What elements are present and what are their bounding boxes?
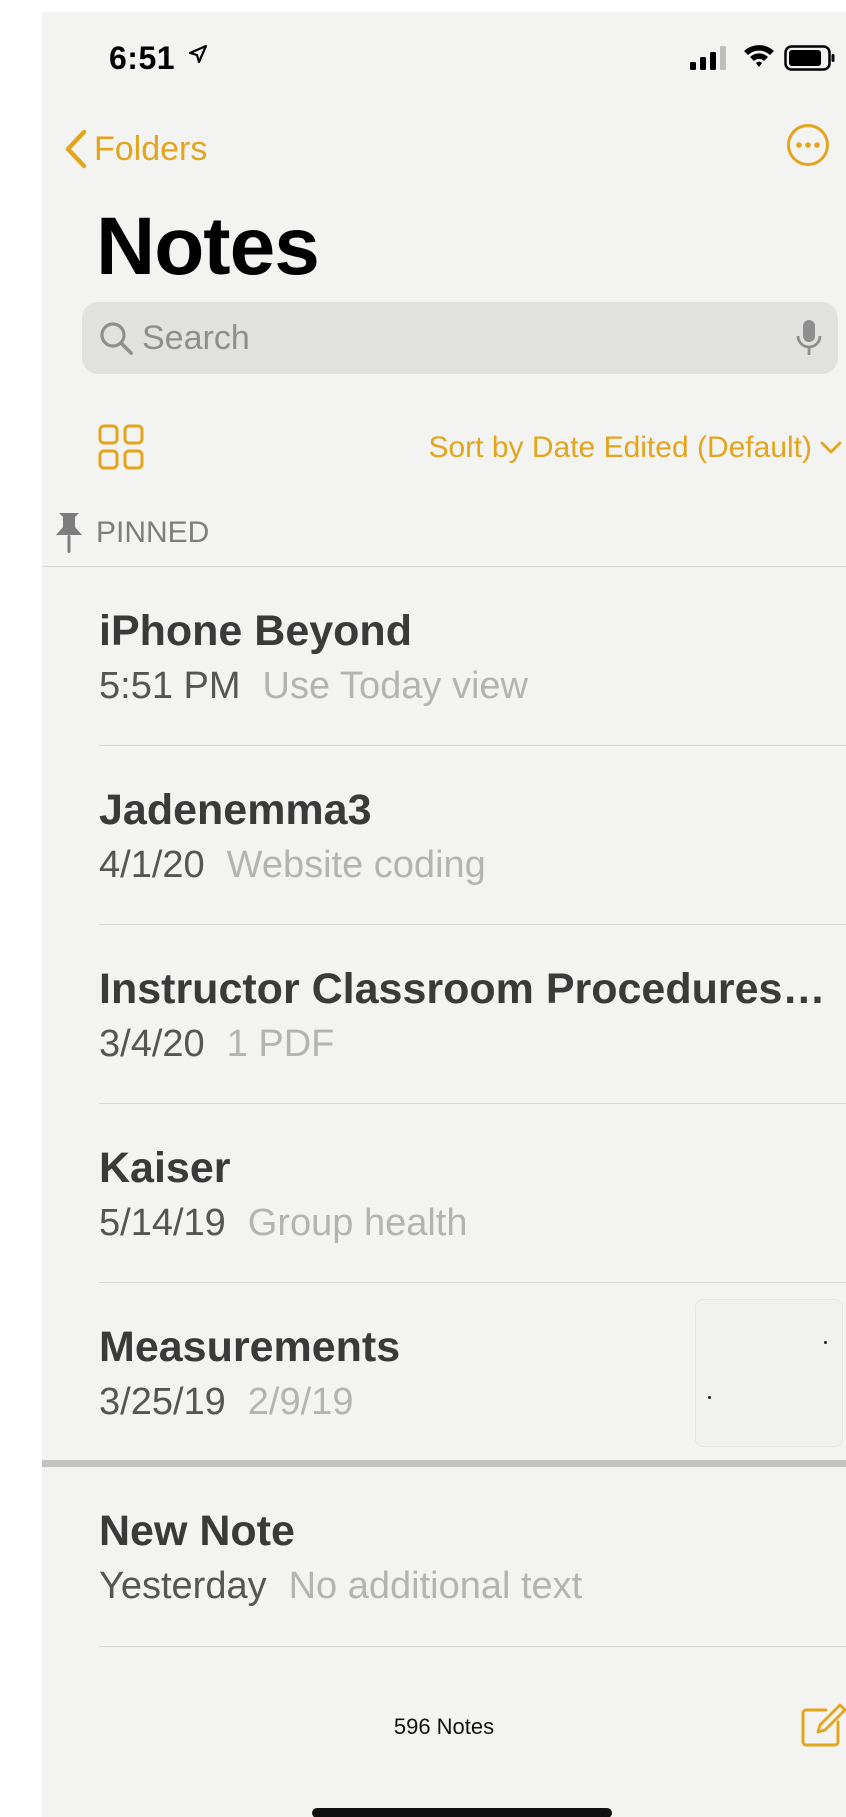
note-date: 3/4/20 (99, 1023, 205, 1065)
note-title: Instructor Classroom Procedures… (99, 965, 826, 1013)
note-preview: 1 PDF (226, 1023, 335, 1065)
note-row[interactable]: Kaiser 5/14/19 Group health (42, 1104, 846, 1283)
note-meta: Yesterday No additional text (99, 1565, 582, 1608)
note-date: 3/25/19 (99, 1381, 226, 1423)
microphone-icon[interactable] (794, 318, 824, 358)
pinned-label: PINNED (96, 516, 210, 549)
section-separator (42, 1460, 846, 1467)
sort-menu-button[interactable]: Sort by Date Edited (Default) (428, 426, 842, 470)
note-title: Jadenemma3 (99, 786, 372, 834)
pinned-notes-list: iPhone Beyond 5:51 PM Use Today view Jade… (42, 567, 846, 1462)
note-date: 5/14/19 (99, 1202, 226, 1244)
sort-label: Sort by Date Edited (Default) (428, 431, 812, 464)
note-date: Yesterday (99, 1565, 267, 1607)
note-meta: 3/4/20 1 PDF (99, 1023, 334, 1066)
compose-icon[interactable] (800, 1702, 846, 1748)
back-to-folders-button[interactable]: Folders (64, 124, 207, 174)
note-row[interactable]: Measurements 3/25/19 2/9/19 (42, 1283, 846, 1462)
status-time: 6:51 (109, 40, 176, 76)
note-meta: 3/25/19 2/9/19 (99, 1381, 353, 1424)
wifi-icon (744, 45, 774, 67)
note-date: 4/1/20 (99, 844, 205, 886)
pin-icon (56, 513, 82, 553)
note-row[interactable]: iPhone Beyond 5:51 PM Use Today view (42, 567, 846, 746)
note-row[interactable]: Jadenemma3 4/1/20 Website coding (42, 746, 846, 925)
back-label: Folders (94, 129, 208, 168)
note-meta: 4/1/20 Website coding (99, 844, 486, 887)
note-row[interactable]: Instructor Classroom Procedures… 3/4/20 1… (42, 925, 846, 1104)
location-arrow-icon (188, 44, 208, 64)
search-input[interactable] (142, 302, 742, 374)
note-meta: 5/14/19 Group health (99, 1202, 468, 1245)
note-preview: No additional text (288, 1565, 583, 1607)
divider (99, 1646, 846, 1647)
chevron-down-icon (820, 441, 842, 454)
search-bar[interactable] (82, 302, 838, 374)
note-meta: 5:51 PM Use Today view (99, 665, 528, 708)
note-preview: Website coding (226, 844, 486, 886)
page-title: Notes (96, 201, 320, 292)
ellipsis-circle-icon[interactable] (786, 123, 830, 167)
search-icon (100, 322, 133, 355)
home-indicator[interactable] (312, 1808, 612, 1817)
note-preview: Group health (247, 1202, 468, 1244)
note-preview: Use Today view (262, 665, 528, 707)
note-thumbnail (695, 1299, 843, 1447)
note-title: iPhone Beyond (99, 607, 412, 655)
status-bar: 6:51 (42, 12, 846, 102)
chevron-left-icon (65, 129, 87, 169)
note-row[interactable]: New Note Yesterday No additional text (42, 1467, 846, 1647)
notes-count: 596 Notes (393, 1714, 495, 1739)
note-date: 5:51 PM (99, 665, 241, 707)
gallery-grid-icon[interactable] (98, 424, 144, 470)
cellular-signal-icon (690, 46, 726, 70)
note-title: New Note (99, 1507, 295, 1555)
pinned-section-header[interactable]: PINNED (54, 508, 209, 558)
notes-screen: 6:51 Folders Notes Search Sort by Date E… (42, 12, 846, 1817)
note-title: Kaiser (99, 1144, 231, 1192)
battery-icon (784, 45, 835, 71)
note-preview: 2/9/19 (247, 1381, 354, 1423)
